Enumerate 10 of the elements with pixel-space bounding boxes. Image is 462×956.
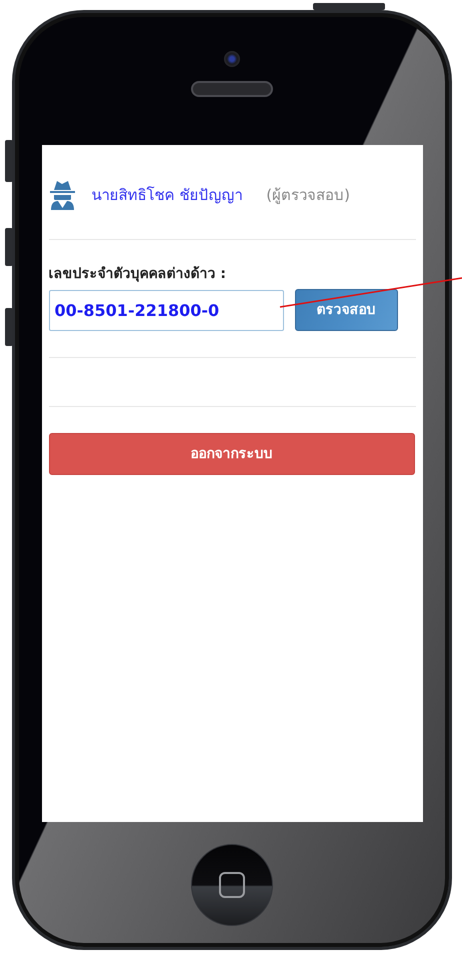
speaker-icon [191,81,273,97]
user-name: นายสิทธิโชค ชัยปัญญา [92,184,242,206]
square-icon [218,870,246,898]
camera-icon [224,51,240,67]
id-label: เลขประจำตัวบุคคลต่างด้าว : [48,265,227,284]
logout-button[interactable]: ออกจากระบบ [48,433,414,475]
spy-icon [48,180,76,210]
check-button[interactable]: ตรวจสอบ [294,289,398,331]
id-input-field[interactable]: 00-8501-221800-0 [48,290,284,330]
user-role: (ผู้ตรวจสอบ) [266,184,350,206]
